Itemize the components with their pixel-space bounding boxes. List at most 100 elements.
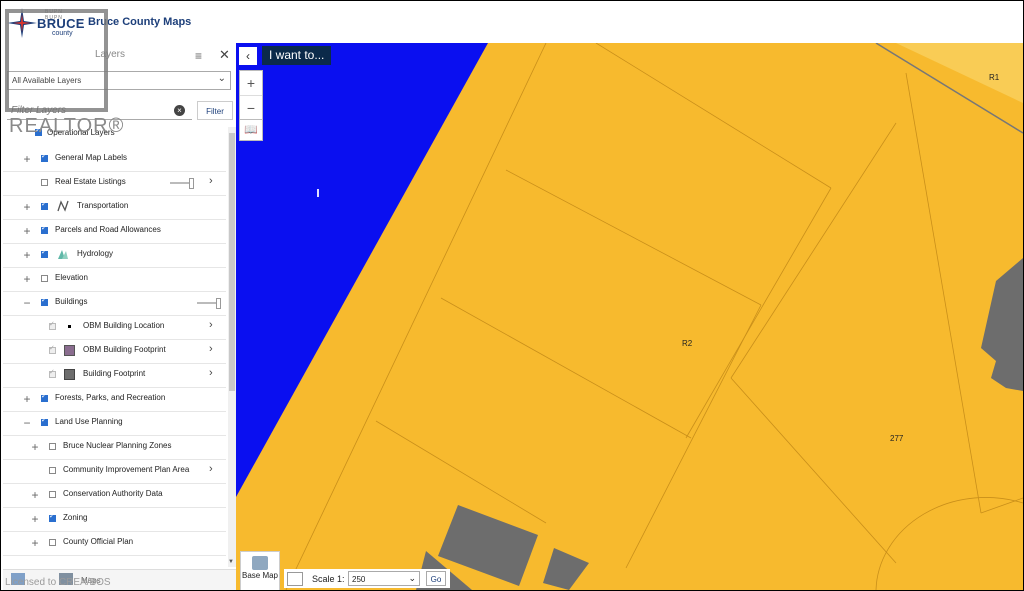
checkbox[interactable] (41, 200, 48, 210)
checkbox[interactable] (49, 368, 56, 378)
checkbox[interactable] (41, 179, 48, 186)
layer-label: County Official Plan (63, 537, 134, 546)
zoom-out-button[interactable]: − (240, 96, 262, 120)
base-map-button[interactable]: Base Map (240, 551, 280, 590)
checkbox[interactable] (41, 248, 48, 258)
layer-row[interactable]: + Conservation Authority Data (3, 483, 226, 508)
filter-button[interactable]: Filter (197, 101, 233, 120)
layer-row[interactable]: + Forests, Parks, and Recreation (3, 387, 226, 412)
layer-label: Conservation Authority Data (63, 489, 163, 498)
collapse-minus-icon[interactable]: − (22, 416, 32, 430)
expand-plus-icon[interactable]: + (30, 488, 40, 502)
zoom-in-button[interactable]: + (240, 71, 262, 96)
layer-row[interactable]: Community Improvement Plan Area › (3, 459, 226, 484)
layer-row[interactable]: + County Official Plan (3, 531, 226, 556)
book-icon[interactable]: 📖 (239, 119, 263, 141)
i-want-to-button[interactable]: I want to... (262, 46, 332, 65)
layer-row[interactable]: Building Footprint › (3, 363, 226, 388)
parcel-number-label: 277 (890, 434, 904, 443)
opacity-slider[interactable] (197, 298, 221, 309)
layer-label: Parcels and Road Allowances (55, 225, 161, 234)
layer-row[interactable]: OBM Building Footprint › (3, 339, 226, 364)
layer-label: Zoning (63, 513, 88, 522)
expand-plus-icon[interactable]: + (22, 248, 32, 262)
expand-plus-icon[interactable]: + (30, 536, 40, 550)
layer-label: Forests, Parks, and Recreation (55, 393, 166, 402)
scroll-down-icon[interactable]: ▼ (228, 559, 234, 565)
go-button[interactable]: Go (426, 571, 446, 586)
chevron-down-icon: ⌄ (408, 573, 416, 583)
checkbox[interactable] (41, 296, 48, 306)
close-icon[interactable]: ✕ (219, 47, 230, 63)
checkbox[interactable] (49, 443, 56, 450)
scale-value: 250 (352, 575, 366, 584)
layer-row[interactable]: + Bruce Nuclear Planning Zones (3, 435, 226, 460)
checkbox[interactable] (41, 224, 48, 234)
layer-row[interactable]: + Zoning (3, 507, 226, 532)
zone-label-r1: R1 (989, 73, 1000, 82)
layer-label: Transportation (77, 201, 129, 210)
point-symbol-icon (68, 325, 71, 328)
checkbox[interactable] (41, 152, 48, 162)
layer-row[interactable]: Real Estate Listings › (3, 171, 226, 196)
layer-row[interactable]: + General Map Labels (3, 147, 226, 172)
layer-label: Community Improvement Plan Area (63, 465, 190, 474)
expand-plus-icon[interactable]: + (22, 272, 32, 286)
expand-plus-icon[interactable]: + (22, 152, 32, 166)
zoom-control: + − (239, 70, 263, 120)
checkbox[interactable] (41, 392, 48, 402)
watermark-logo (5, 9, 108, 112)
chevron-down-icon: ⌄ (217, 73, 226, 84)
layer-row[interactable]: − Buildings (3, 291, 226, 316)
chevron-right-icon[interactable]: › (209, 367, 213, 379)
checkbox[interactable] (49, 491, 56, 498)
license-credit: Licensed to CREA/BOS (5, 577, 111, 588)
collapse-panel-button[interactable]: ‹ (239, 47, 257, 65)
expand-plus-icon[interactable]: + (30, 440, 40, 454)
checkbox[interactable] (49, 512, 56, 522)
layer-label: Building Footprint (83, 369, 146, 378)
realtor-watermark: REALTOR® (9, 115, 125, 137)
base-map-label: Base Map (241, 571, 279, 580)
zone-label-r2: R2 (682, 339, 693, 348)
expand-plus-icon[interactable]: + (22, 224, 32, 238)
map-view[interactable]: ‹ I want to... + − 📖 R1 R2 277 Base Map … (236, 43, 1023, 590)
checkbox[interactable] (49, 344, 56, 354)
layer-label: Land Use Planning (55, 417, 123, 426)
transportation-icon (57, 200, 69, 212)
checkbox[interactable] (41, 275, 48, 282)
expand-plus-icon[interactable]: + (22, 200, 32, 214)
layer-label: Hydrology (77, 249, 114, 258)
menu-lines-icon[interactable]: ≡ (195, 49, 202, 63)
clear-icon[interactable]: × (174, 105, 185, 116)
footprint-swatch-icon (64, 369, 75, 380)
map-marker (317, 189, 319, 197)
panel-scrollbar[interactable]: ▼ (228, 127, 236, 567)
layer-row[interactable]: OBM Building Location › (3, 315, 226, 340)
opacity-slider[interactable] (170, 178, 194, 189)
scale-label: Scale 1: (312, 574, 345, 584)
map-canvas[interactable] (236, 43, 1023, 590)
layer-row[interactable]: + Hydrology (3, 243, 226, 268)
layer-row[interactable]: + Parcels and Road Allowances (3, 219, 226, 244)
layer-row[interactable]: + Elevation (3, 267, 226, 292)
checkbox[interactable] (49, 539, 56, 546)
chevron-right-icon[interactable]: › (209, 463, 213, 475)
grid-icon[interactable] (287, 572, 303, 586)
scrollbar-thumb[interactable] (229, 133, 235, 391)
expand-plus-icon[interactable]: + (30, 512, 40, 526)
scale-select[interactable]: 250 ⌄ (348, 571, 420, 586)
collapse-minus-icon[interactable]: − (22, 296, 32, 310)
layer-label: Buildings (55, 297, 88, 306)
checkbox[interactable] (49, 320, 56, 330)
layer-label: Elevation (55, 273, 88, 282)
chevron-right-icon[interactable]: › (209, 343, 213, 355)
expand-plus-icon[interactable]: + (22, 392, 32, 406)
chevron-right-icon[interactable]: › (209, 319, 213, 331)
layer-row[interactable]: + Transportation (3, 195, 226, 220)
layer-row[interactable]: − Land Use Planning (3, 411, 226, 436)
checkbox[interactable] (41, 416, 48, 426)
scale-control: Scale 1: 250 ⌄ Go (284, 569, 450, 588)
chevron-right-icon[interactable]: › (209, 175, 213, 187)
checkbox[interactable] (49, 467, 56, 474)
